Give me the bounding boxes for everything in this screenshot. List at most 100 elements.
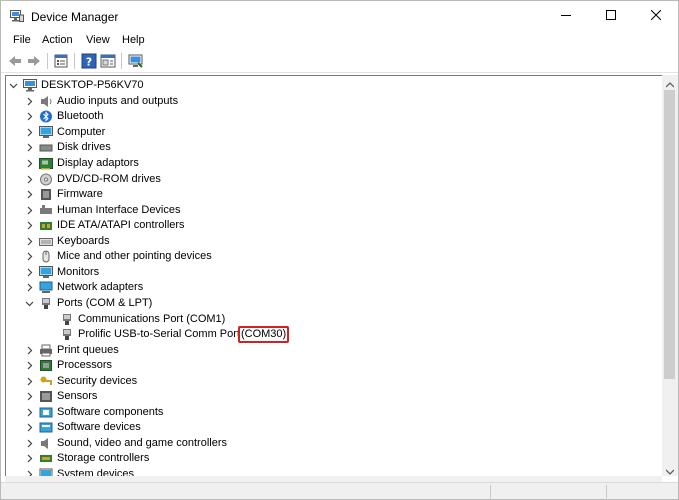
chevron-right-icon[interactable] <box>23 158 35 170</box>
port-icon <box>60 328 74 341</box>
chevron-right-icon[interactable] <box>23 344 35 356</box>
device-manager-window: Device Manager File Action View Help ? D… <box>0 0 679 500</box>
tree-device[interactable]: Prolific USB-to-Serial Comm Port (COM30) <box>60 326 290 344</box>
mouse-icon <box>39 250 53 263</box>
tree-category[interactable]: Computer <box>23 125 105 141</box>
tree-item-label: Firmware <box>57 188 103 201</box>
tree-item-label: Keyboards <box>57 234 110 247</box>
menu-file[interactable]: File <box>12 34 32 46</box>
chevron-right-icon[interactable] <box>23 126 35 138</box>
properties-icon[interactable] <box>53 53 69 69</box>
forward-arrow-icon[interactable] <box>26 53 42 69</box>
help-icon[interactable]: ? <box>81 53 97 69</box>
scan-hardware-icon[interactable] <box>128 53 144 69</box>
tree-category[interactable]: Storage controllers <box>23 451 149 467</box>
title-bar: Device Manager <box>1 1 678 32</box>
device-tree: DESKTOP-P56KV70 Audio inputs and outputs B… <box>5 75 663 477</box>
tree-item-label: Communications Port (COM1) <box>78 312 226 325</box>
close-button[interactable] <box>633 1 678 32</box>
sensor-icon <box>39 390 53 403</box>
tree-category[interactable]: Software devices <box>23 420 141 436</box>
menu-help[interactable]: Help <box>121 34 146 46</box>
tree-category[interactable]: IDE ATA/ATAPI controllers <box>23 218 185 234</box>
tree-category[interactable]: Sound, video and game controllers <box>23 436 227 452</box>
menu-view[interactable]: View <box>85 34 111 46</box>
software-component-icon <box>39 406 53 419</box>
tree-category[interactable]: Keyboards <box>23 234 110 250</box>
chevron-right-icon[interactable] <box>23 360 35 372</box>
chevron-right-icon[interactable] <box>23 375 35 387</box>
svg-text:?: ? <box>86 56 92 69</box>
tree-category[interactable]: Processors <box>23 358 112 374</box>
toolbar-separator <box>74 53 75 69</box>
firmware-icon <box>39 188 53 201</box>
tree-category[interactable]: Human Interface Devices <box>23 202 181 218</box>
tree-item-label: DVD/CD-ROM drives <box>57 172 161 185</box>
tree-category[interactable]: Bluetooth <box>23 109 103 125</box>
tree-category[interactable]: DVD/CD-ROM drives <box>23 171 161 187</box>
chevron-right-icon[interactable] <box>23 282 35 294</box>
tree-item-label: Network adapters <box>57 281 144 294</box>
root-computer-icon <box>23 79 37 92</box>
chevron-right-icon[interactable] <box>23 422 35 434</box>
tree-category[interactable]: Security devices <box>23 373 137 389</box>
processor-icon <box>39 359 53 372</box>
chevron-down-icon[interactable] <box>7 80 19 92</box>
port-icon <box>39 297 53 310</box>
chevron-right-icon[interactable] <box>23 142 35 154</box>
chevron-right-icon[interactable] <box>23 95 35 107</box>
menu-action[interactable]: Action <box>41 34 74 46</box>
chevron-right-icon[interactable] <box>23 391 35 403</box>
chevron-down-icon[interactable] <box>23 297 35 309</box>
sound-icon <box>39 437 53 450</box>
tree-category[interactable]: Ports (COM & LPT) <box>23 296 152 312</box>
tree-category[interactable]: Monitors <box>23 265 99 281</box>
tree-category[interactable]: Firmware <box>23 187 103 203</box>
tree-category[interactable]: Disk drives <box>23 140 111 156</box>
tree-category[interactable]: Display adaptors <box>23 156 139 172</box>
tree-item-label: IDE ATA/ATAPI controllers <box>57 219 185 232</box>
maximize-icon <box>605 10 616 23</box>
chevron-right-icon[interactable] <box>23 235 35 247</box>
tree-item-label: Ports (COM & LPT) <box>57 296 153 309</box>
maximize-button[interactable] <box>588 1 633 32</box>
chevron-right-icon[interactable] <box>23 266 35 278</box>
tree-item-label: Security devices <box>57 374 138 387</box>
tree-item-label: Audio inputs and outputs <box>57 94 179 107</box>
tree-device[interactable]: Communications Port (COM1) <box>60 311 225 327</box>
tree-item-label: Computer <box>57 125 106 138</box>
chevron-right-icon[interactable] <box>23 173 35 185</box>
status-bar-divider <box>490 485 491 498</box>
keyboard-icon <box>39 235 53 248</box>
chevron-right-icon[interactable] <box>23 189 35 201</box>
tree-category[interactable]: Software components <box>23 405 163 421</box>
tree-category[interactable]: Audio inputs and outputs <box>23 94 178 110</box>
tree-item-label: Disk drives <box>57 141 111 154</box>
tree-item-label: Software components <box>57 405 164 418</box>
tree-root-computer[interactable]: DESKTOP-P56KV70 <box>7 78 144 94</box>
chevron-right-icon[interactable] <box>23 251 35 263</box>
scroll-down-icon[interactable] <box>665 466 675 478</box>
port-icon <box>60 313 74 326</box>
tree-item-label: Prolific USB-to-Serial Comm Port <box>78 328 240 341</box>
status-bar <box>1 482 678 499</box>
chevron-right-icon[interactable] <box>23 406 35 418</box>
minimize-button[interactable] <box>543 1 588 32</box>
show-hide-icon[interactable] <box>100 53 116 69</box>
tree-item-label: Processors <box>57 359 113 372</box>
tree-category[interactable]: Sensors <box>23 389 97 405</box>
tree-category[interactable]: Network adapters <box>23 280 143 296</box>
security-key-icon <box>39 375 53 388</box>
tree-item-label: Print queues <box>57 343 119 356</box>
tree-category[interactable]: Mice and other pointing devices <box>23 249 212 265</box>
tree-category[interactable]: Print queues <box>23 342 119 358</box>
vertical-scroll-thumb[interactable] <box>664 90 675 379</box>
chevron-right-icon[interactable] <box>23 220 35 232</box>
chevron-right-icon[interactable] <box>23 111 35 123</box>
chevron-right-icon[interactable] <box>23 437 35 449</box>
back-arrow-icon[interactable] <box>7 53 23 69</box>
ide-controller-icon <box>39 219 53 232</box>
chevron-right-icon[interactable] <box>23 204 35 216</box>
vertical-scrollbar[interactable] <box>662 75 678 476</box>
chevron-right-icon[interactable] <box>23 453 35 465</box>
